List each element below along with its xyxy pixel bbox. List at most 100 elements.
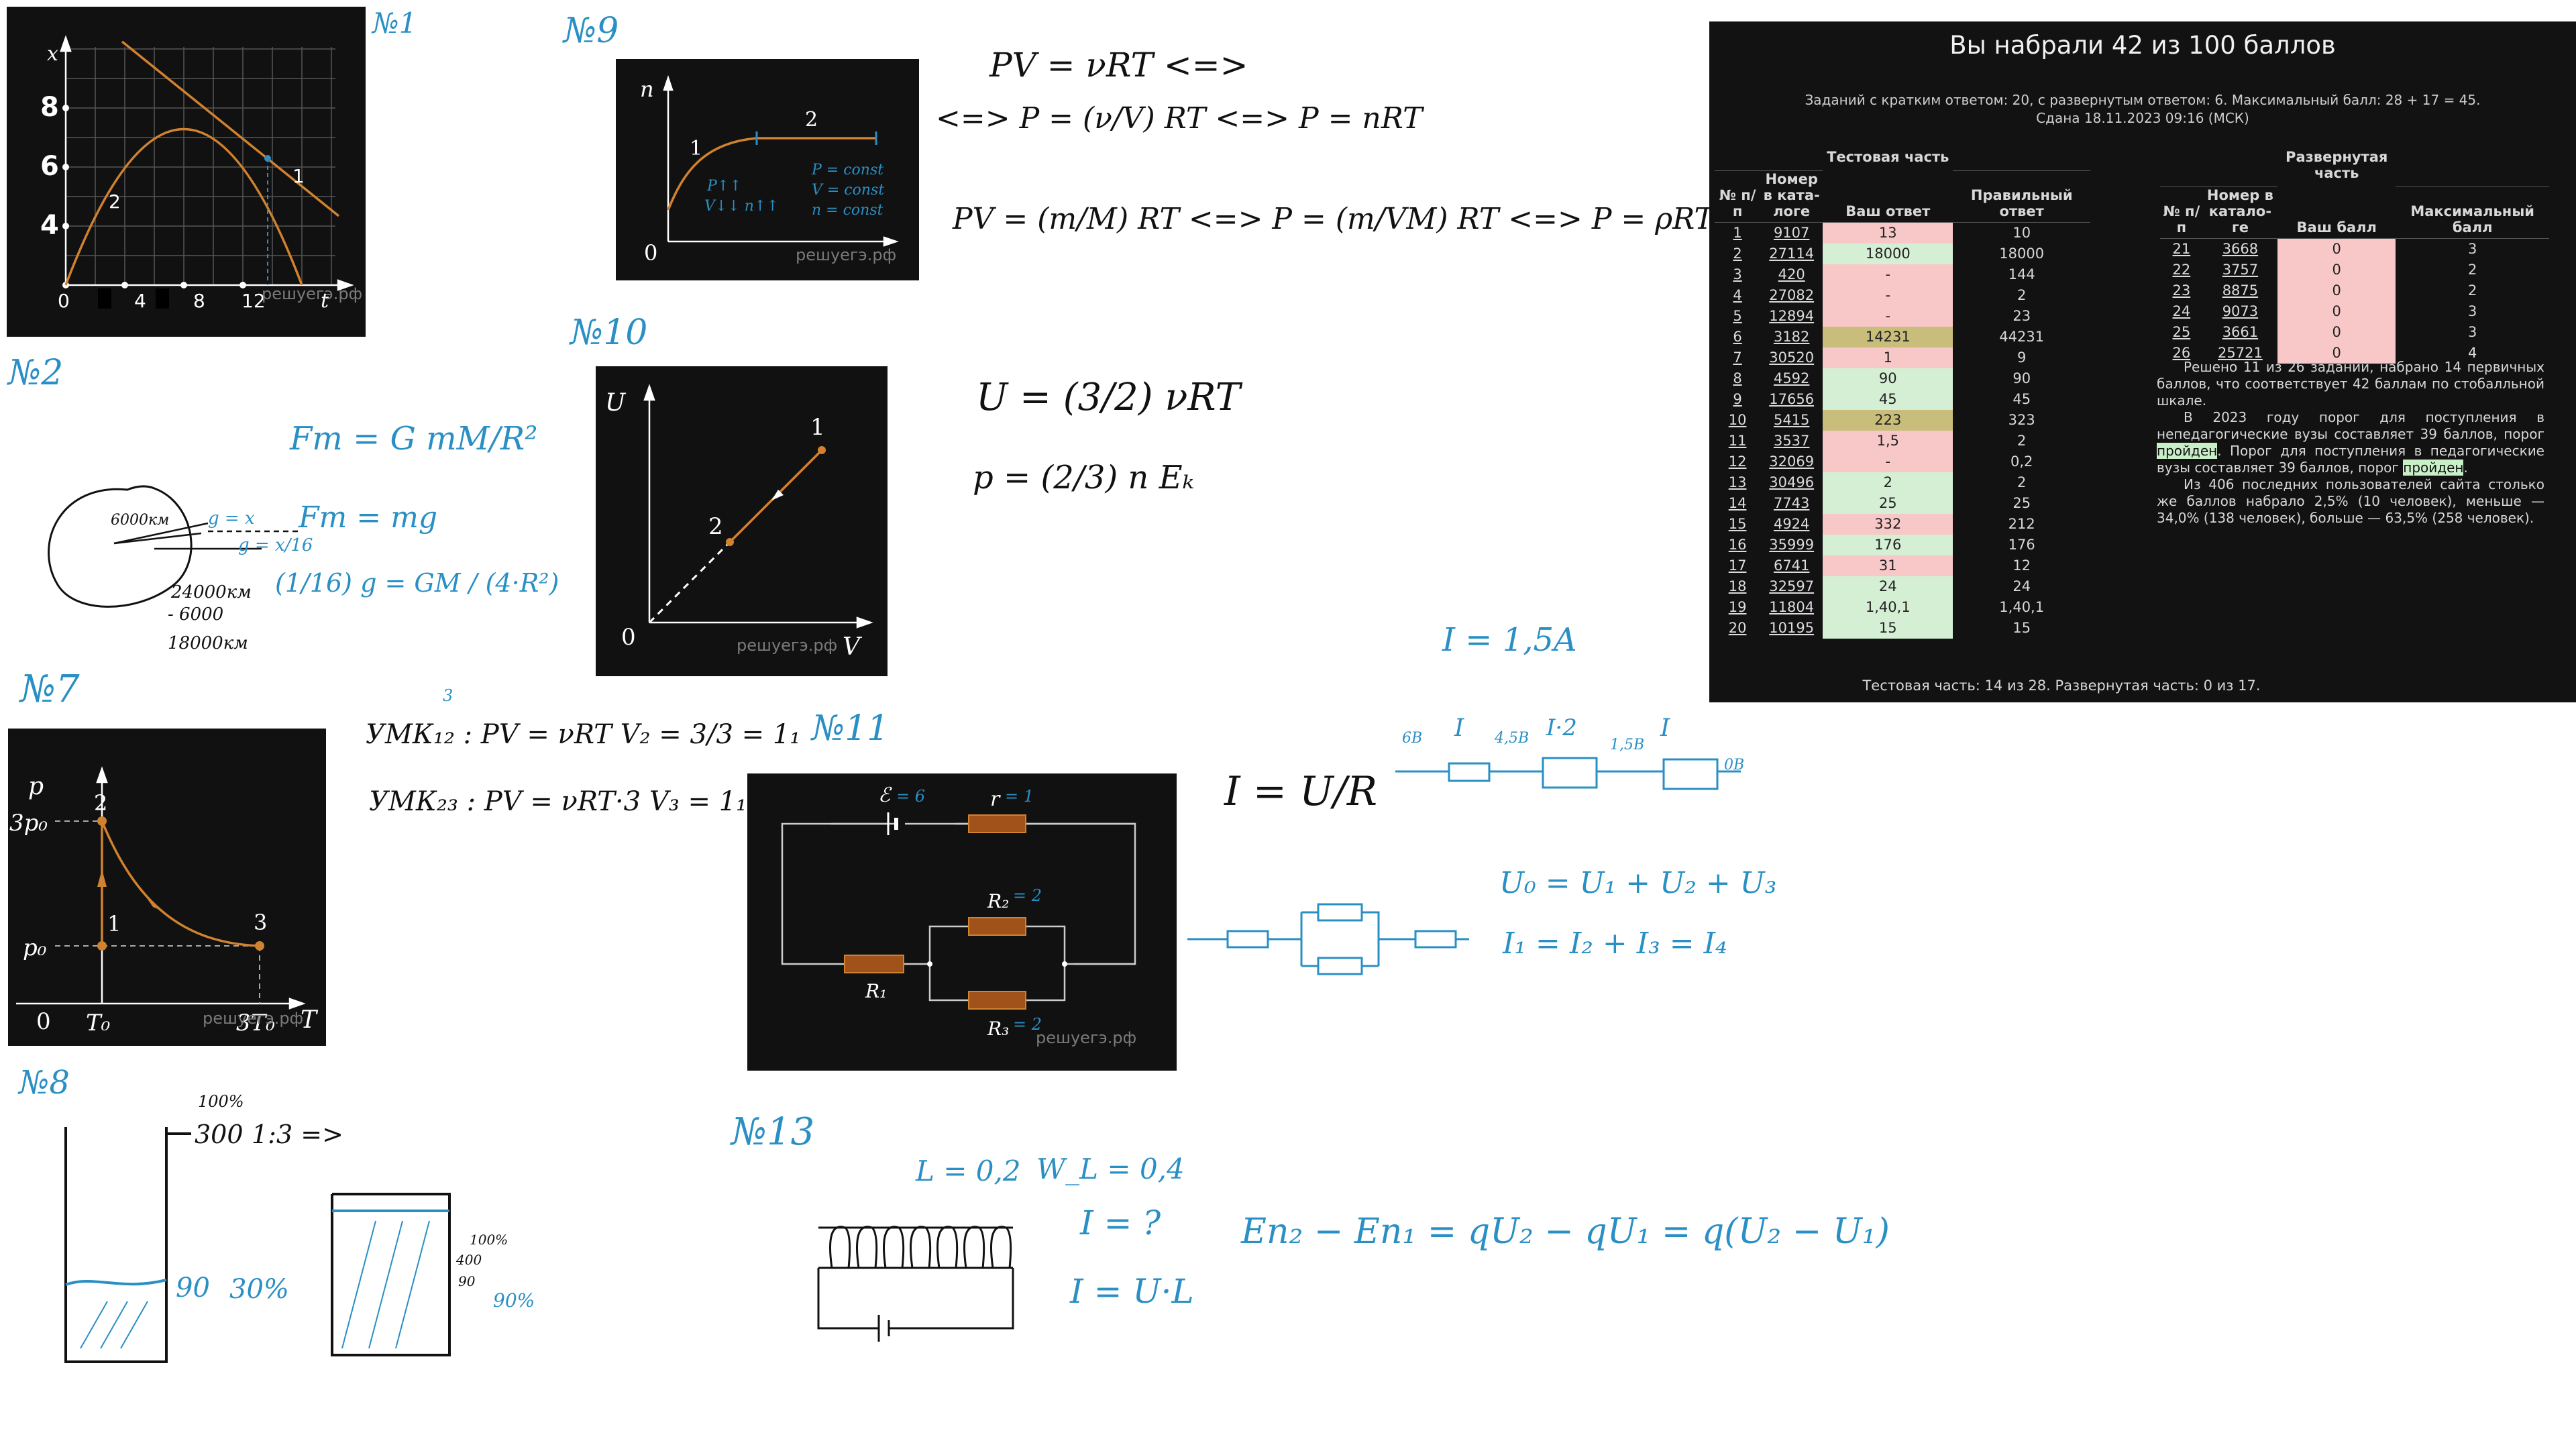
- row-number[interactable]: 10: [1715, 410, 1760, 431]
- row-number[interactable]: 12: [1715, 451, 1760, 472]
- your-answer: 31: [1823, 555, 1953, 576]
- point-1-label: 1: [107, 911, 121, 936]
- marker-n10: №10: [570, 313, 648, 353]
- table-row: 22 3757 0 2: [2160, 259, 2549, 280]
- right-answer: 10: [2012, 224, 2031, 241]
- table-row: 16 35999 176 176: [1715, 534, 2090, 555]
- row-number[interactable]: 13: [1715, 472, 1760, 493]
- right-answer: 2: [2017, 432, 2027, 449]
- watermark: решуегэ.рф: [203, 1009, 303, 1028]
- note-n2-eq2: Fт = mg: [299, 500, 437, 535]
- right-answer: 44231: [1999, 328, 2045, 345]
- table-row: 11 3537 1,5 2: [1715, 430, 2090, 451]
- status-passed-1: пройден: [2157, 443, 2218, 459]
- note-n8-90: 90: [176, 1273, 210, 1303]
- note-n2-radius: 6000км: [111, 512, 170, 529]
- row-number[interactable]: 24: [2160, 301, 2203, 322]
- note-chain-0v: 0В: [1724, 757, 1745, 773]
- table-row: 8 4592 90 90: [1715, 368, 2090, 389]
- catalog-link[interactable]: 12894: [1760, 306, 1823, 327]
- catalog-link[interactable]: 10195: [1760, 618, 1823, 639]
- catalog-link[interactable]: 4924: [1760, 514, 1823, 535]
- table-row: 2 27114 18000 18000: [1715, 243, 2090, 264]
- catalog-link[interactable]: 3661: [2203, 322, 2277, 343]
- note-n-const: n = const: [812, 202, 883, 219]
- note-p-up: P↑↑: [706, 178, 742, 195]
- table-row: 15 4924 332 212: [1715, 513, 2090, 535]
- catalog-link[interactable]: 17656: [1760, 389, 1823, 410]
- catalog-link[interactable]: 30520: [1760, 347, 1823, 368]
- row-number[interactable]: 9: [1715, 389, 1760, 410]
- note-n8-s90: 90: [458, 1273, 476, 1289]
- row-number[interactable]: 25: [2160, 322, 2203, 343]
- point-2-label: 2: [94, 790, 107, 816]
- axis-p-label: p: [28, 773, 44, 800]
- catalog-link[interactable]: 420: [1760, 264, 1823, 285]
- catalog-link[interactable]: 6741: [1760, 555, 1823, 576]
- note-chain-15: 1,5В: [1610, 737, 1645, 753]
- row-number[interactable]: 4: [1715, 285, 1760, 306]
- summary-para-3: Из 406 последних пользователей сайта сто…: [2157, 476, 2544, 526]
- curve-2-label: 2: [805, 108, 818, 131]
- row-number[interactable]: 18: [1715, 576, 1760, 597]
- catalog-link[interactable]: 30496: [1760, 472, 1823, 493]
- max-score: 3: [2467, 303, 2477, 319]
- catalog-link[interactable]: 3537: [1760, 431, 1823, 451]
- row-number[interactable]: 23: [2160, 280, 2203, 301]
- results-info: Заданий с кратким ответом: 20, с разверн…: [1709, 91, 2576, 127]
- extended-part-caption: Развернутая часть: [2286, 149, 2388, 181]
- catalog-link[interactable]: 7743: [1760, 493, 1823, 514]
- catalog-link[interactable]: 5415: [1760, 410, 1823, 431]
- right-answer: 24: [2012, 578, 2031, 594]
- catalog-link[interactable]: 3182: [1760, 327, 1823, 347]
- extended-part-table: Развернутая часть № п/п Номер в катало­г…: [2160, 149, 2549, 364]
- marker-n8: №8: [19, 1064, 70, 1102]
- row-number[interactable]: 5: [1715, 306, 1760, 327]
- right-answer: 2: [2017, 474, 2027, 490]
- catalog-link[interactable]: 3757: [2203, 260, 2277, 280]
- row-number[interactable]: 16: [1715, 535, 1760, 555]
- status-passed-2: пройден: [2403, 460, 2464, 476]
- catalog-link[interactable]: 11804: [1760, 597, 1823, 618]
- note-chain-6v: 6В: [1402, 730, 1423, 747]
- right-answer: 2: [2017, 286, 2027, 303]
- your-answer: 13: [1823, 222, 1953, 244]
- row-number[interactable]: 8: [1715, 368, 1760, 389]
- row-number[interactable]: 19: [1715, 597, 1760, 618]
- catalog-link[interactable]: 32069: [1760, 451, 1823, 472]
- problem-7-graph: p T 0 3p₀ p₀ T₀ 3T₀ 1 2 3 решуегэ.рф: [8, 729, 326, 1046]
- catalog-link[interactable]: 8875: [2203, 280, 2277, 301]
- right-answer: 23: [2012, 307, 2031, 324]
- y-tick-4: 4: [40, 210, 59, 241]
- catalog-link[interactable]: 27114: [1760, 244, 1823, 264]
- problem-10-graph: U V 0 1 2 решуегэ.рф: [596, 366, 888, 676]
- your-answer: 18000: [1823, 243, 1953, 264]
- note-n10-eq2: p = (2/3) n Eₖ: [973, 459, 1195, 496]
- catalog-link[interactable]: 32597: [1760, 576, 1823, 597]
- catalog-link[interactable]: 35999: [1760, 535, 1823, 555]
- catalog-link[interactable]: 3668: [2203, 238, 2277, 260]
- your-answer: 25: [1823, 492, 1953, 514]
- row-number[interactable]: 11: [1715, 431, 1760, 451]
- row-number[interactable]: 15: [1715, 514, 1760, 535]
- row-number[interactable]: 2: [1715, 244, 1760, 264]
- row-number[interactable]: 21: [2160, 238, 2203, 260]
- row-number[interactable]: 20: [1715, 618, 1760, 639]
- row-number[interactable]: 3: [1715, 264, 1760, 285]
- note-n8-100: 100%: [198, 1092, 244, 1111]
- note-n9-eq1: PV = νRT <=>: [989, 46, 1248, 85]
- row-number[interactable]: 22: [2160, 260, 2203, 280]
- row-number[interactable]: 1: [1715, 222, 1760, 244]
- table-row: 25 3661 0 3: [2160, 321, 2549, 343]
- row-number[interactable]: 6: [1715, 327, 1760, 347]
- catalog-link[interactable]: 4592: [1760, 368, 1823, 389]
- catalog-link[interactable]: 9107: [1760, 222, 1823, 244]
- catalog-link[interactable]: 27082: [1760, 285, 1823, 306]
- row-number[interactable]: 14: [1715, 493, 1760, 514]
- row-number[interactable]: 17: [1715, 555, 1760, 576]
- row-number[interactable]: 7: [1715, 347, 1760, 368]
- results-panel: Вы набрали 42 из 100 баллов Заданий с кр…: [1709, 21, 2576, 702]
- note-n2-eq3: (1/16) g = GM / (4·R²): [275, 568, 559, 598]
- catalog-link[interactable]: 9073: [2203, 301, 2277, 322]
- your-answer: 176: [1823, 534, 1953, 555]
